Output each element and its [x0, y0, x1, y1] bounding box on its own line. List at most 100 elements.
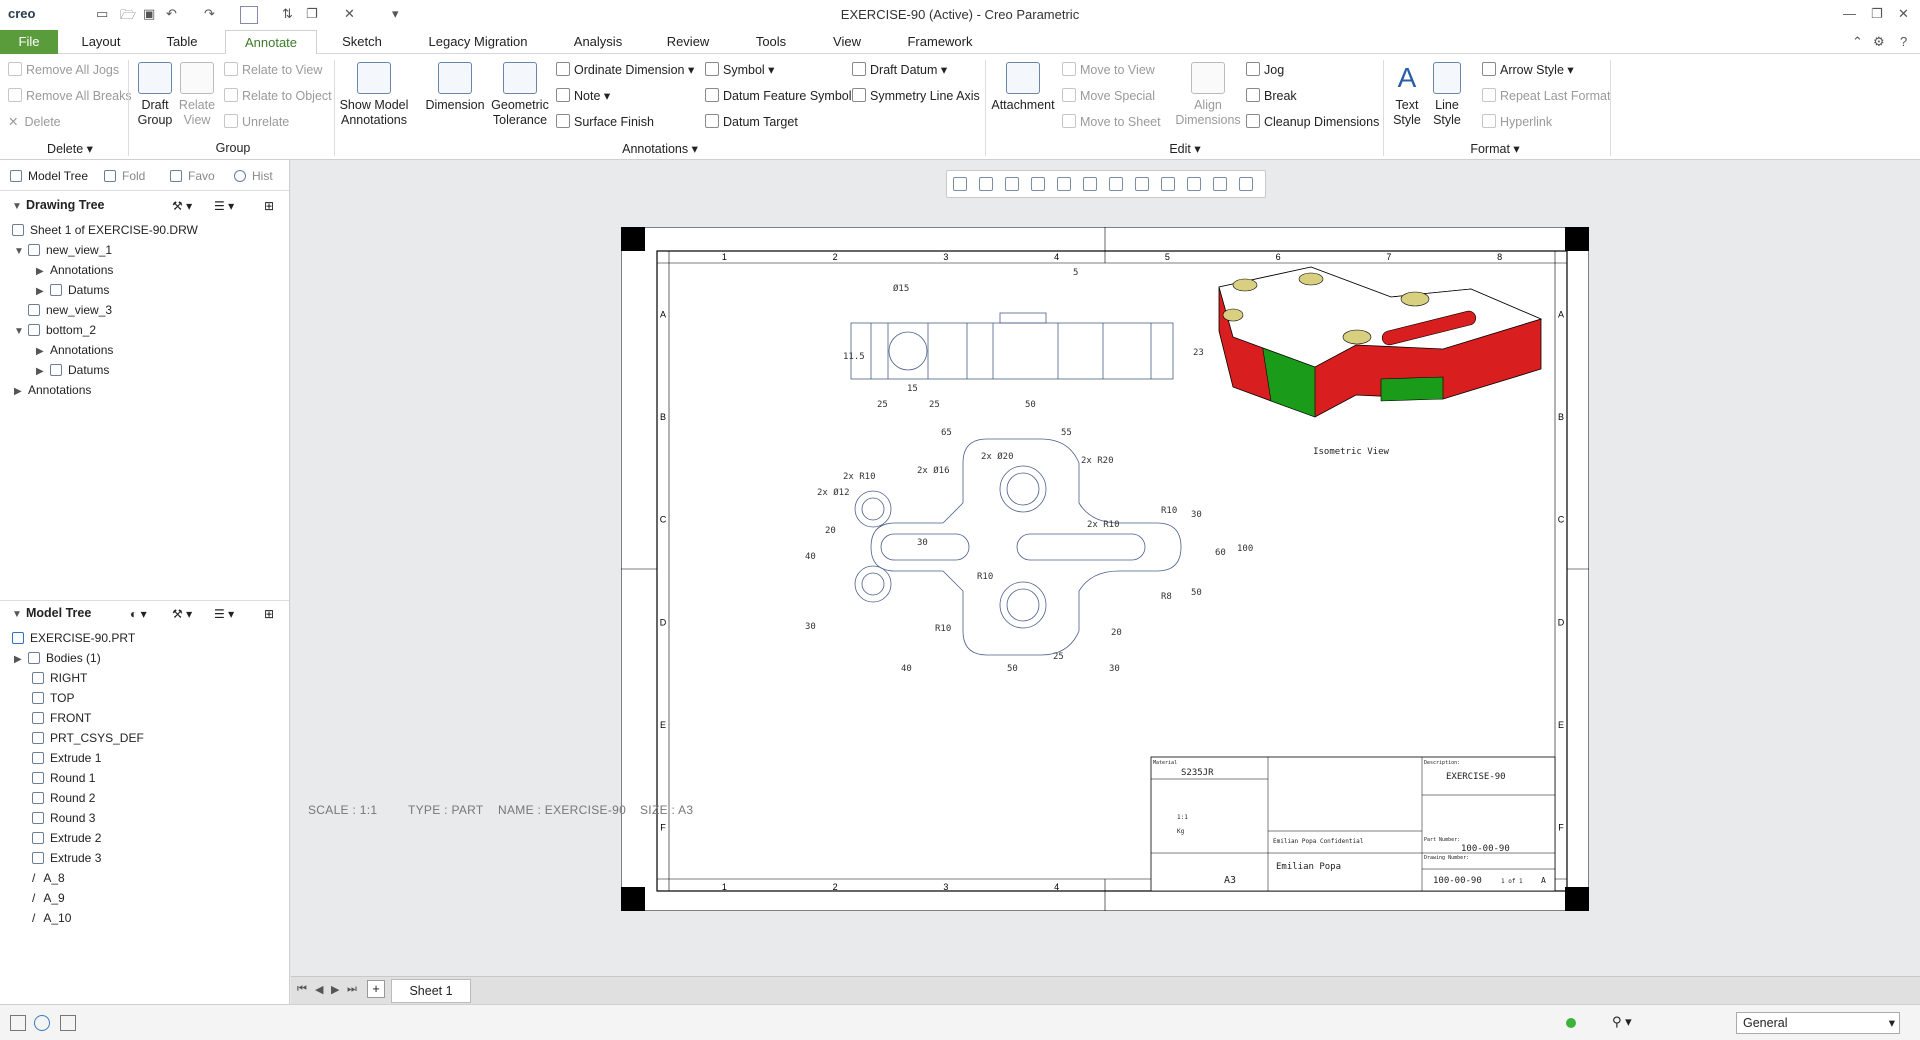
tree-item-new-view-3[interactable]: new_view_3 [28, 302, 112, 318]
refit-icon[interactable] [953, 177, 967, 191]
model-item-part[interactable]: EXERCISE-90.PRT [12, 630, 135, 646]
tree-display-icon[interactable]: ◐ ▾ [130, 606, 147, 622]
first-sheet-icon[interactable]: ⏮ [297, 983, 307, 996]
delete-group-label[interactable]: Delete ▾ [30, 141, 110, 156]
tree-item-datums[interactable]: ▶ Datums [36, 362, 109, 380]
show-model-annotations-button[interactable]: Show Model Annotations [338, 62, 410, 128]
plane-display-icon[interactable] [1161, 177, 1175, 191]
align-dimensions-button[interactable]: Align Dimensions [1172, 62, 1244, 128]
remove-all-jogs-button[interactable]: Remove All Jogs [8, 62, 119, 78]
tree-columns-icon[interactable]: ⊞ [264, 606, 274, 622]
tree-filter-icon[interactable]: ⚒ ▾ [172, 198, 192, 214]
attachment-button[interactable]: Attachment [988, 62, 1058, 113]
tab-table[interactable]: Table [147, 30, 217, 54]
maximize-icon[interactable]: ❐ [1871, 6, 1883, 24]
find-icon[interactable]: ⚲ ▾ [1612, 1014, 1632, 1030]
panel-tab-model-tree[interactable]: Model Tree [10, 168, 88, 184]
draft-group-button[interactable]: Draft Group [134, 62, 176, 128]
tab-legacy-migration[interactable]: Legacy Migration [410, 30, 546, 54]
relate-to-view-button[interactable]: Relate to View [224, 62, 322, 78]
jog-button[interactable]: Jog [1246, 62, 1284, 78]
drawing-sheet[interactable]: 1122334455667788 AABBCCDDEEFF [621, 227, 1589, 911]
tab-tools[interactable]: Tools [735, 30, 807, 54]
model-item-axis-a9[interactable]: / A_9 [32, 890, 65, 906]
view-manager-icon[interactable] [1109, 177, 1123, 191]
model-item-extrude-2[interactable]: Extrude 2 [32, 830, 101, 846]
tree-settings-icon[interactable]: ☰ ▾ [214, 198, 234, 214]
datum-target-button[interactable]: Datum Target [705, 114, 798, 130]
model-item-axis-a10[interactable]: / A_10 [32, 910, 71, 926]
surface-finish-button[interactable]: Surface Finish [556, 114, 654, 130]
settings-icon[interactable]: ⚙ [1873, 34, 1885, 52]
panel-tab-folder[interactable]: Fold [104, 168, 145, 184]
model-item-front[interactable]: FRONT [32, 710, 91, 726]
panel-tab-favorites[interactable]: Favo [170, 168, 215, 184]
move-to-view-button[interactable]: Move to View [1062, 62, 1155, 78]
draft-datum-button[interactable]: Draft Datum ▾ [852, 62, 947, 78]
minimize-icon[interactable]: — [1843, 6, 1856, 24]
next-sheet-icon[interactable]: ▶ [331, 983, 339, 996]
delete-button[interactable]: ✕ Delete [8, 114, 61, 130]
tab-layout[interactable]: Layout [68, 30, 134, 54]
move-to-sheet-button[interactable]: Move to Sheet [1062, 114, 1161, 130]
symmetry-line-axis-button[interactable]: Symmetry Line Axis [852, 88, 980, 104]
browser-toggle-icon[interactable] [34, 1015, 50, 1031]
model-item-round-2[interactable]: Round 2 [32, 790, 95, 806]
edit-group-label[interactable]: Edit ▾ [1150, 141, 1220, 156]
tab-review[interactable]: Review [650, 30, 726, 54]
tree-item-sheet[interactable]: Sheet 1 of EXERCISE-90.DRW [12, 222, 198, 238]
unrelate-button[interactable]: Unrelate [224, 114, 289, 130]
help-icon[interactable]: ? [1900, 34, 1907, 52]
axis-display-icon[interactable] [1187, 177, 1201, 191]
arrow-style-button[interactable]: Arrow Style ▾ [1482, 62, 1574, 78]
hyperlink-button[interactable]: Hyperlink [1482, 114, 1552, 130]
remove-all-breaks-button[interactable]: Remove All Breaks [8, 88, 132, 104]
navigator-toggle-icon[interactable] [10, 1015, 26, 1031]
tree-item-annotations[interactable]: ▶ Annotations [36, 342, 113, 360]
tree-item-annotations[interactable]: ▶ Annotations [14, 382, 91, 400]
model-item-axis-a8[interactable]: / A_8 [32, 870, 65, 886]
relate-to-object-button[interactable]: Relate to Object [224, 88, 332, 104]
tab-framework[interactable]: Framework [895, 30, 985, 54]
tree-columns-icon[interactable]: ⊞ [264, 198, 274, 214]
panel-tab-history[interactable]: Hist [234, 168, 273, 184]
display-style-icon[interactable] [1057, 177, 1071, 191]
selection-filter[interactable]: General ▾ [1736, 1012, 1900, 1034]
model-item-round-1[interactable]: Round 1 [32, 770, 95, 786]
model-item-right[interactable]: RIGHT [32, 670, 87, 686]
geometric-tolerance-button[interactable]: Geometric Tolerance [488, 62, 552, 128]
tree-item-annotations[interactable]: ▶ Annotations [36, 262, 113, 280]
ordinate-dimension-button[interactable]: Ordinate Dimension ▾ [556, 62, 694, 78]
text-style-button[interactable]: A Text Style [1388, 62, 1426, 128]
drawing-tree-header[interactable]: ▼ Drawing Tree [12, 198, 105, 212]
relate-view-button[interactable]: Relate View [176, 62, 218, 128]
tab-view[interactable]: View [813, 30, 881, 54]
move-special-button[interactable]: Move Special [1062, 88, 1155, 104]
zoom-out-icon[interactable] [1005, 177, 1019, 191]
point-display-icon[interactable] [1213, 177, 1227, 191]
zoom-in-icon[interactable] [979, 177, 993, 191]
dimension-button[interactable]: Dimension [420, 62, 490, 113]
model-item-extrude-1[interactable]: Extrude 1 [32, 750, 101, 766]
collapse-ribbon-icon[interactable]: ⌃ [1852, 34, 1863, 52]
tab-annotate[interactable]: Annotate [225, 30, 317, 54]
cleanup-dimensions-button[interactable]: Cleanup Dimensions [1246, 114, 1379, 130]
sheet-tab[interactable]: Sheet 1 [391, 979, 471, 1003]
tree-item-bottom-2[interactable]: ▼ bottom_2 [14, 322, 96, 340]
note-button[interactable]: Note ▾ [556, 88, 610, 104]
symbol-button[interactable]: Symbol ▾ [705, 62, 774, 78]
datum-display-icon[interactable] [1135, 177, 1149, 191]
close-icon[interactable]: ✕ [1898, 6, 1909, 24]
tab-analysis[interactable]: Analysis [558, 30, 638, 54]
annotations-group-label[interactable]: Annotations ▾ [610, 141, 710, 156]
repaint-icon[interactable] [1031, 177, 1045, 191]
model-item-csys[interactable]: PRT_CSYS_DEF [32, 730, 144, 746]
csys-display-icon[interactable] [1239, 177, 1253, 191]
datum-feature-symbol-button[interactable]: Datum Feature Symbol [705, 88, 852, 104]
prev-sheet-icon[interactable]: ◀ [315, 983, 323, 996]
tree-settings-icon[interactable]: ☰ ▾ [214, 606, 234, 622]
tab-file[interactable]: File [0, 30, 58, 54]
repeat-last-format-button[interactable]: Repeat Last Format [1482, 88, 1610, 104]
tab-sketch[interactable]: Sketch [327, 30, 397, 54]
tree-filter-icon[interactable]: ⚒ ▾ [172, 606, 192, 622]
